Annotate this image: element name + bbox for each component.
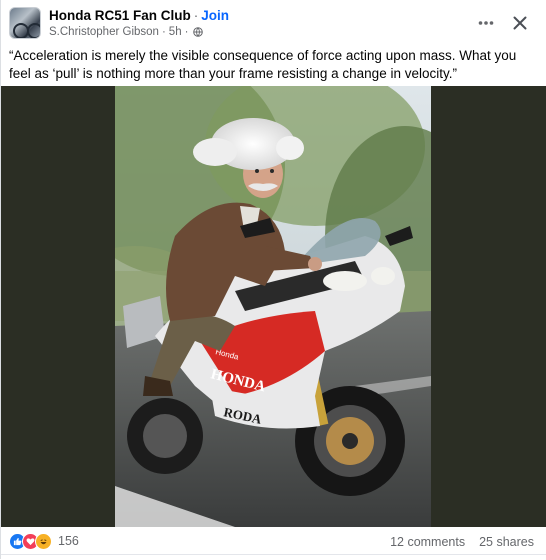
more-options-button[interactable] bbox=[474, 11, 498, 35]
post-time[interactable]: 5h bbox=[169, 26, 182, 38]
post-caption: “Acceleration is merely the visible cons… bbox=[9, 48, 517, 81]
shares-count-link[interactable]: 25 shares bbox=[479, 535, 534, 549]
post-meta: S.Christopher Gibson · 5h · bbox=[49, 26, 204, 38]
group-name-link[interactable]: Honda RC51 Fan Club bbox=[49, 8, 191, 23]
more-options-icon bbox=[478, 21, 494, 25]
group-name-line: Honda RC51 Fan Club · Join bbox=[49, 8, 229, 23]
close-button[interactable] bbox=[508, 11, 532, 35]
post-media[interactable]: HONDA RODA Honda bbox=[1, 86, 546, 527]
motorcycle-photo[interactable]: HONDA RODA Honda bbox=[115, 86, 431, 527]
close-icon bbox=[513, 16, 527, 30]
globe-icon bbox=[193, 27, 204, 37]
reactions-summary[interactable]: 156 bbox=[9, 532, 79, 550]
meta-separator-2: · bbox=[184, 26, 189, 38]
haha-reaction-icon bbox=[35, 532, 52, 550]
author-link[interactable]: S.Christopher Gibson bbox=[49, 26, 159, 38]
meta-separator: · bbox=[161, 26, 166, 38]
engagement-stats: 12 comments 25 shares bbox=[390, 535, 534, 549]
comments-count-link[interactable]: 12 comments bbox=[390, 535, 465, 549]
post-header: Honda RC51 Fan Club · Join S.Christopher G… bbox=[9, 7, 538, 41]
reaction-count[interactable]: 156 bbox=[58, 534, 79, 548]
separator-dot: · bbox=[193, 8, 199, 23]
feed-post: Honda RC51 Fan Club · Join S.Christopher G… bbox=[0, 0, 546, 559]
action-bar-divider bbox=[1, 554, 546, 560]
group-avatar[interactable] bbox=[9, 7, 41, 39]
photo-illustration: HONDA RODA Honda bbox=[115, 86, 431, 527]
join-group-link[interactable]: Join bbox=[201, 8, 229, 23]
